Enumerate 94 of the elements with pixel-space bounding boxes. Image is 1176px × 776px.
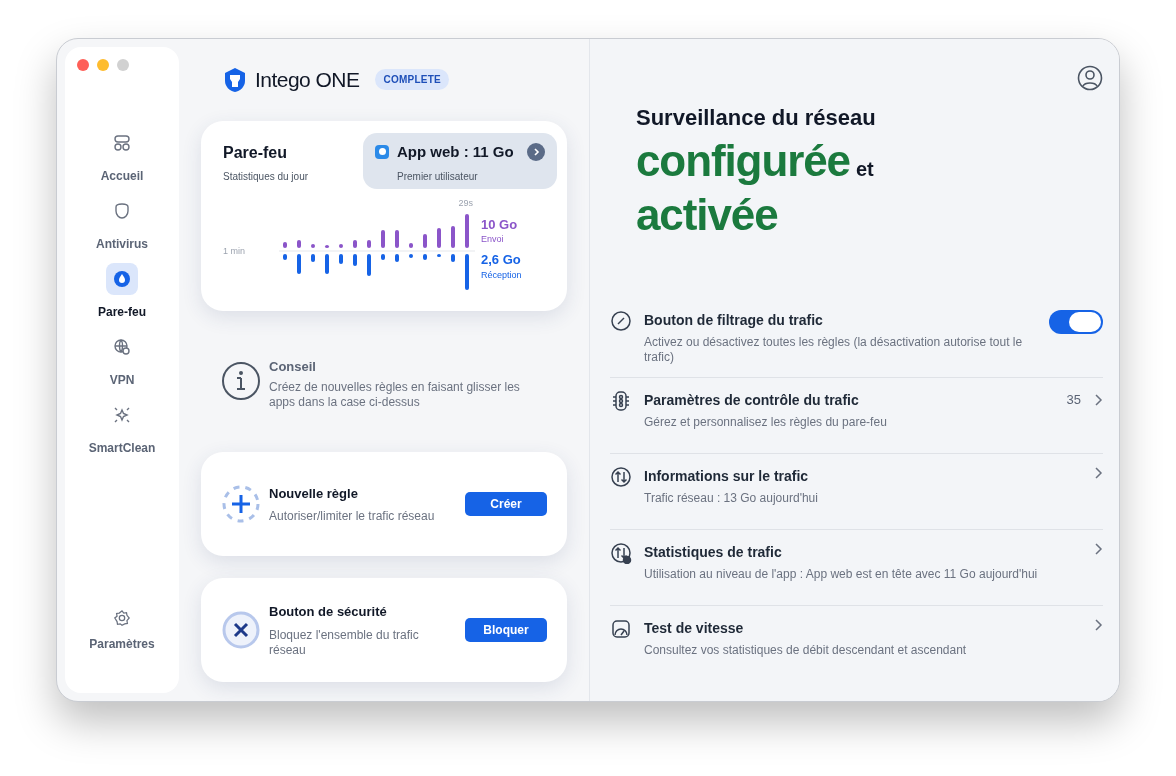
info-icon: [221, 360, 261, 401]
received-bar: [297, 254, 301, 274]
toggle-switch[interactable]: [1049, 310, 1103, 334]
received-label: Réception: [481, 268, 522, 282]
setting-description: Activez ou désactivez toutes les règles (la désactivation autorise tout le trafic): [644, 335, 1024, 365]
compass-icon: [375, 144, 389, 159]
sent-bar: [465, 214, 469, 248]
chevron-icon[interactable]: [1093, 466, 1103, 480]
sent-bar: [409, 243, 413, 248]
traffic-light-icon: [610, 390, 632, 412]
sent-bar: [311, 244, 315, 248]
received-bar: [283, 254, 287, 260]
settings-item[interactable]: Paramètres: [89, 609, 155, 653]
headline-conjunction: et: [855, 157, 874, 182]
prohibited-icon: [610, 310, 632, 332]
sidebar-item[interactable]: Pare-feu: [97, 263, 146, 321]
sidebar-item[interactable]: Accueil: [100, 127, 144, 185]
sidebar-item[interactable]: VPN: [106, 331, 138, 389]
brand-name: Intego ONE: [255, 67, 360, 93]
sent-bar: [437, 228, 441, 248]
sent-bar: [297, 240, 301, 248]
grid-icon: [112, 133, 132, 153]
globe-icon: [112, 337, 132, 357]
sidebar-item[interactable]: Antivirus: [96, 195, 148, 253]
card-title: Pare-feu: [223, 142, 289, 163]
received-bar: [437, 254, 441, 257]
sent-bar: [325, 245, 329, 248]
setting-title: Bouton de filtrage du trafic: [644, 311, 824, 330]
top-app-card[interactable]: App web : 11 Go Premier utilisateur: [363, 132, 557, 189]
setting-title: Paramètres de contrôle du trafic: [644, 391, 860, 410]
received-bar: [423, 254, 427, 260]
tip-text: Créez de nouvelles règles en faisant glisser les apps dans la case ci-dessus: [269, 380, 521, 410]
top-app-subtitle: Premier utilisateur: [397, 170, 479, 184]
sent-value: 10 Go: [481, 216, 519, 233]
chevron-icon[interactable]: [1093, 392, 1103, 407]
sent-bar: [283, 242, 287, 248]
headline-status: configurée: [636, 135, 850, 187]
shield-icon: [112, 201, 132, 221]
card-text: Autoriser/limiter le trafic réseau: [269, 509, 436, 525]
sent-bar: [339, 244, 343, 248]
received-value: 2,6 Go: [481, 252, 522, 269]
received-bar: [367, 254, 371, 276]
transfer-stats-icon: [610, 542, 632, 564]
received-bar: [409, 254, 413, 258]
setting-description: Utilisation au niveau de l'app : App web est en tête avec 11 Go aujourd'hui: [644, 567, 1039, 582]
transfer-icon: [610, 466, 632, 488]
card-title: Nouvelle règle: [269, 484, 359, 503]
settings-icon: [113, 609, 131, 627]
sent-label: Envoi: [481, 232, 505, 246]
logo-icon: [223, 66, 247, 93]
profile-icon[interactable]: [1077, 65, 1103, 91]
headline-status: activée: [636, 189, 778, 241]
card-text: Bloquez l'ensemble du trafic réseau: [269, 627, 420, 658]
card-subtitle: Statistiques du jour: [223, 169, 309, 184]
received-bar: [381, 254, 385, 260]
action-button[interactable]: Bloquer: [465, 618, 547, 642]
speedometer-icon: [610, 618, 632, 640]
sent-bar: [451, 226, 455, 248]
setting-title: Statistiques de trafic: [644, 543, 783, 562]
chevron-icon[interactable]: [1093, 542, 1103, 556]
setting-description: Gérez et personnalisez les règles du pare-feu: [644, 415, 888, 430]
chevron-icon[interactable]: [1093, 618, 1103, 632]
sent-bar: [353, 240, 357, 248]
headline: Surveillance du réseau: [636, 104, 877, 132]
flame-icon: [112, 269, 132, 289]
action-button[interactable]: Créer: [465, 492, 547, 516]
tip-title: Conseil: [269, 357, 317, 376]
rule-count: 35: [1066, 391, 1081, 409]
time-label: 1 min: [223, 244, 246, 258]
sparkle-icon: [112, 405, 132, 425]
setting-title: Test de vitesse: [644, 619, 745, 638]
blocked-shield-icon: [221, 610, 261, 650]
received-bar: [395, 254, 399, 262]
received-bar: [451, 254, 455, 262]
chevron-icon: [527, 142, 545, 161]
card-title: Bouton de sécurité: [269, 603, 388, 622]
sidebar-item[interactable]: SmartClean: [88, 399, 156, 457]
setting-description: Trafic réseau : 13 Go aujourd'hui: [644, 491, 819, 506]
received-bar: [325, 254, 329, 274]
plus-icon: [221, 484, 261, 524]
sent-bar: [395, 230, 399, 248]
received-bar: [353, 254, 357, 266]
sent-bar: [381, 230, 385, 248]
plan-badge: COMPLETE: [375, 69, 450, 91]
window-control[interactable]: [77, 59, 89, 71]
time-label: 29s: [458, 196, 473, 210]
setting-description: Consultez vos statistiques de débit descendant et ascendant: [644, 643, 968, 658]
setting-title: Informations sur le trafic: [644, 467, 810, 486]
sent-bar: [423, 234, 427, 248]
top-app-title: App web : 11 Go: [397, 141, 514, 162]
sent-bar: [367, 240, 371, 248]
received-bar: [465, 254, 469, 290]
received-bar: [311, 254, 315, 262]
received-bar: [339, 254, 343, 264]
